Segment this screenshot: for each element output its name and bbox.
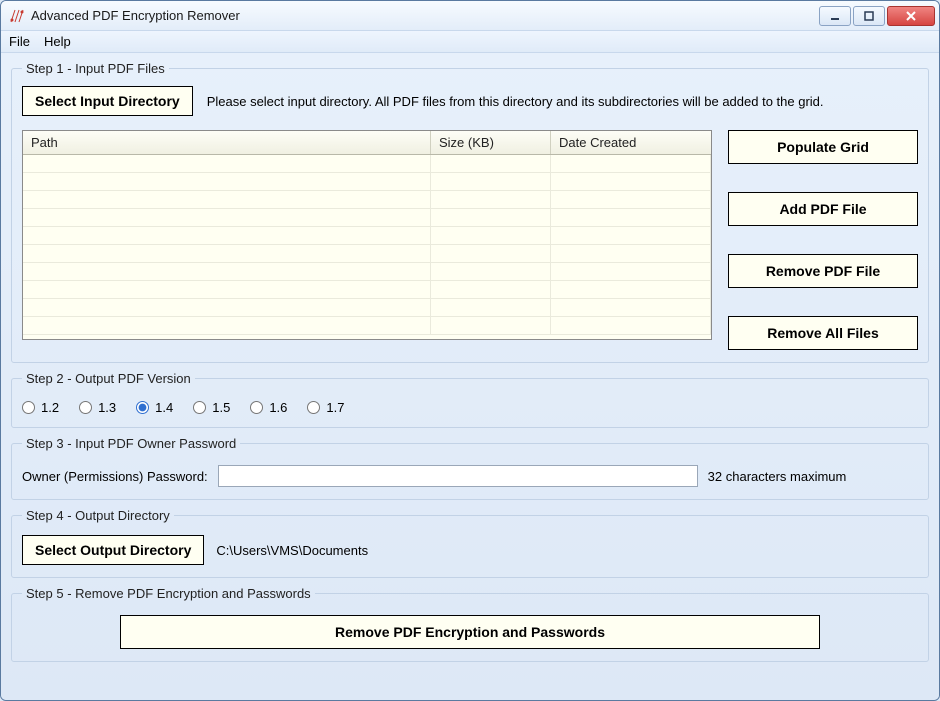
table-row — [23, 299, 711, 317]
pdf-version-radio[interactable] — [250, 401, 263, 414]
pdf-version-option[interactable]: 1.6 — [250, 400, 287, 415]
client-area: Step 1 - Input PDF Files Select Input Di… — [1, 53, 939, 700]
menu-file[interactable]: File — [9, 34, 30, 49]
pdf-version-option[interactable]: 1.3 — [79, 400, 116, 415]
app-window: Advanced PDF Encryption Remover File Hel… — [0, 0, 940, 701]
step2-group: Step 2 - Output PDF Version 1.2 1.3 1.4 1.5… — [11, 371, 929, 428]
pdf-version-label: 1.6 — [269, 400, 287, 415]
table-row — [23, 263, 711, 281]
pdf-version-option[interactable]: 1.4 — [136, 400, 173, 415]
remove-pdf-file-button[interactable]: Remove PDF File — [728, 254, 918, 288]
step4-legend: Step 4 - Output Directory — [22, 508, 174, 523]
pdf-version-option[interactable]: 1.7 — [307, 400, 344, 415]
step4-group: Step 4 - Output Directory Select Output … — [11, 508, 929, 578]
pdf-version-radio[interactable] — [307, 401, 320, 414]
titlebar: Advanced PDF Encryption Remover — [1, 1, 939, 31]
maximize-button[interactable] — [853, 6, 885, 26]
menubar: File Help — [1, 31, 939, 53]
pdf-version-radio[interactable] — [79, 401, 92, 414]
step5-group: Step 5 - Remove PDF Encryption and Passw… — [11, 586, 929, 662]
owner-password-label: Owner (Permissions) Password: — [22, 469, 208, 484]
pdf-version-label: 1.7 — [326, 400, 344, 415]
pdf-version-radio[interactable] — [136, 401, 149, 414]
window-controls — [819, 6, 935, 26]
table-row — [23, 191, 711, 209]
step1-legend: Step 1 - Input PDF Files — [22, 61, 169, 76]
pdf-version-radio[interactable] — [193, 401, 206, 414]
files-grid[interactable]: Path Size (KB) Date Created — [22, 130, 712, 340]
pdf-version-option[interactable]: 1.5 — [193, 400, 230, 415]
owner-password-note: 32 characters maximum — [708, 469, 847, 484]
step5-legend: Step 5 - Remove PDF Encryption and Passw… — [22, 586, 315, 601]
table-row — [23, 245, 711, 263]
table-row — [23, 173, 711, 191]
col-size[interactable]: Size (KB) — [431, 131, 551, 154]
populate-grid-button[interactable]: Populate Grid — [728, 130, 918, 164]
pdf-version-radio[interactable] — [22, 401, 35, 414]
step2-legend: Step 2 - Output PDF Version — [22, 371, 195, 386]
col-date[interactable]: Date Created — [551, 131, 711, 154]
step3-group: Step 3 - Input PDF Owner Password Owner … — [11, 436, 929, 500]
minimize-button[interactable] — [819, 6, 851, 26]
owner-password-input[interactable] — [218, 465, 698, 487]
pdf-version-radios: 1.2 1.3 1.4 1.5 1.6 1.7 — [22, 396, 918, 415]
app-icon — [9, 8, 25, 24]
table-row — [23, 281, 711, 299]
pdf-version-option[interactable]: 1.2 — [22, 400, 59, 415]
col-path[interactable]: Path — [23, 131, 431, 154]
window-title: Advanced PDF Encryption Remover — [31, 8, 819, 23]
remove-all-files-button[interactable]: Remove All Files — [728, 316, 918, 350]
table-row — [23, 209, 711, 227]
select-input-directory-button[interactable]: Select Input Directory — [22, 86, 193, 116]
step3-legend: Step 3 - Input PDF Owner Password — [22, 436, 240, 451]
pdf-version-label: 1.2 — [41, 400, 59, 415]
step1-hint: Please select input directory. All PDF f… — [207, 94, 824, 109]
step1-side-buttons: Populate Grid Add PDF File Remove PDF Fi… — [728, 130, 918, 350]
add-pdf-file-button[interactable]: Add PDF File — [728, 192, 918, 226]
table-row — [23, 317, 711, 335]
table-row — [23, 155, 711, 173]
grid-body — [23, 155, 711, 339]
menu-help[interactable]: Help — [44, 34, 71, 49]
pdf-version-label: 1.4 — [155, 400, 173, 415]
grid-header: Path Size (KB) Date Created — [23, 131, 711, 155]
output-directory-path: C:\Users\VMS\Documents — [216, 543, 368, 558]
step1-group: Step 1 - Input PDF Files Select Input Di… — [11, 61, 929, 363]
close-button[interactable] — [887, 6, 935, 26]
table-row — [23, 227, 711, 245]
select-output-directory-button[interactable]: Select Output Directory — [22, 535, 204, 565]
pdf-version-label: 1.5 — [212, 400, 230, 415]
pdf-version-label: 1.3 — [98, 400, 116, 415]
remove-encryption-button[interactable]: Remove PDF Encryption and Passwords — [120, 615, 820, 649]
